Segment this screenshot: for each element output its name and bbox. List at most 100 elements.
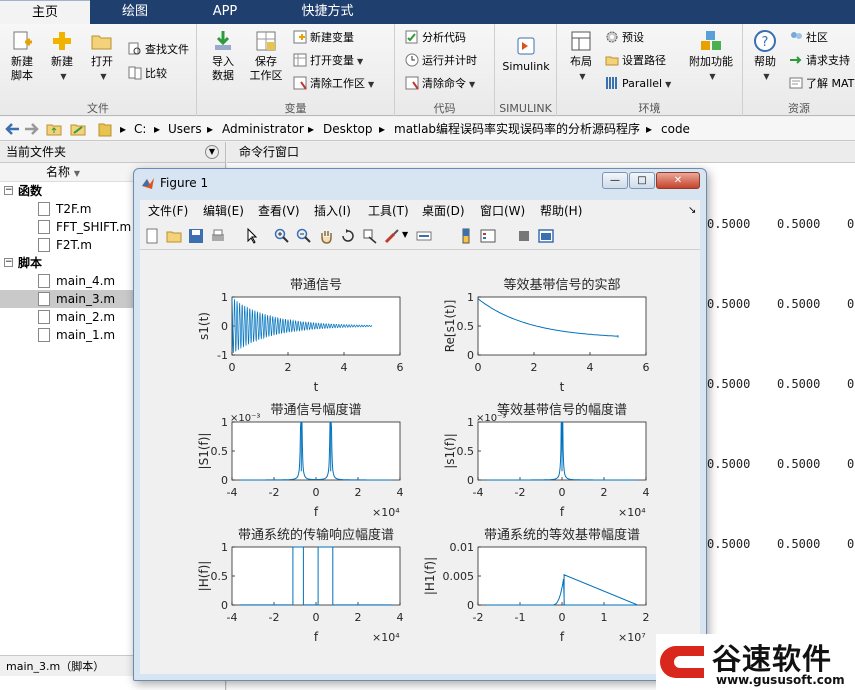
path-segment-users[interactable]: Users xyxy=(168,117,202,141)
new-button[interactable]: 新建 ▼ xyxy=(44,29,80,84)
menu-help[interactable]: 帮助(H) xyxy=(540,200,582,222)
collapse-icon[interactable]: − xyxy=(4,186,13,195)
new-variable-button[interactable]: 新建变量 xyxy=(293,28,354,48)
menu-tools[interactable]: 工具(T) xyxy=(368,200,409,222)
clear-workspace-button[interactable]: 清除工作区 ▼ xyxy=(293,74,374,94)
y-tick-label: 0 xyxy=(467,349,474,362)
save-workspace-button[interactable]: 保存 工作区 xyxy=(245,29,287,83)
pointer-icon[interactable] xyxy=(244,228,260,244)
path-separator: ▸ xyxy=(646,122,653,136)
zoom-in-icon[interactable] xyxy=(274,228,290,244)
plus-icon xyxy=(53,32,71,50)
close-button[interactable]: ✕ xyxy=(656,172,700,189)
variable-group: 导入 数据 保存 工作区 新建变量 打开变量 ▼ 清除工作区 ▼ 变量 xyxy=(197,24,395,116)
save-icon[interactable] xyxy=(188,228,204,244)
addons-button[interactable]: 附加功能 ▼ xyxy=(685,29,737,84)
new-script-button[interactable]: 新建 脚本 xyxy=(4,29,40,83)
output-value: 0.5000 xyxy=(707,297,751,311)
simulink-button[interactable]: Simulink xyxy=(499,34,553,74)
y-axis-label: s1(t) xyxy=(197,312,211,340)
help-button[interactable]: ? 帮助 ▼ xyxy=(747,29,783,84)
menu-window[interactable]: 窗口(W) xyxy=(480,200,525,222)
watermark-logo: 谷速软件 www.gususoft.com xyxy=(656,634,855,690)
tab-home[interactable]: 主页 xyxy=(0,0,90,24)
print-icon[interactable] xyxy=(210,228,226,244)
maximize-button[interactable]: □ xyxy=(629,172,655,189)
x-axis-label: f xyxy=(560,505,565,519)
script-file-icon xyxy=(38,328,50,342)
community-button[interactable]: 社区 xyxy=(789,28,828,48)
y-tick-label: 0 xyxy=(467,474,474,487)
up-folder-icon[interactable] xyxy=(46,121,62,137)
import-data-button[interactable]: 导入 数据 xyxy=(205,29,241,83)
open-variable-button[interactable]: 打开变量 ▼ xyxy=(293,51,363,71)
minimize-button[interactable]: — xyxy=(602,172,628,189)
find-files-button[interactable]: 查找文件 xyxy=(128,40,189,60)
y-tick-label: 0.5 xyxy=(457,445,475,458)
address-bar: ▸ C: ▸ Users ▸ Administrator ▸ Desktop ▸… xyxy=(0,117,855,141)
menu-view[interactable]: 查看(V) xyxy=(258,200,300,222)
panel-menu-icon[interactable]: ▼ xyxy=(205,145,219,159)
analyze-code-button[interactable]: 分析代码 xyxy=(405,28,466,48)
support-icon xyxy=(790,56,802,64)
set-path-button[interactable]: 设置路径 xyxy=(605,51,666,71)
menu-edit[interactable]: 编辑(E) xyxy=(203,200,244,222)
path-segment-drive[interactable]: C: xyxy=(134,117,146,141)
rotate-icon[interactable] xyxy=(340,228,356,244)
link-plot-icon[interactable] xyxy=(416,228,432,244)
back-arrow-icon[interactable] xyxy=(4,122,20,136)
path-segment-desktop[interactable]: Desktop xyxy=(323,117,373,141)
clear-commands-button[interactable]: 清除命令 ▼ xyxy=(405,74,475,94)
axes-box xyxy=(231,296,401,356)
x-tick-label: 0 xyxy=(559,611,566,624)
dock-figure-icon[interactable] xyxy=(538,228,554,244)
tab-shortcuts[interactable]: 快捷方式 xyxy=(270,0,385,24)
x-scale-label: ×10⁴ xyxy=(372,631,400,644)
parallel-button[interactable]: Parallel ▼ xyxy=(605,74,671,94)
y-tick-label: 1 xyxy=(221,541,228,554)
x-tick-label: -2 xyxy=(473,611,484,624)
x-axis-label: f xyxy=(560,630,565,644)
menu-file[interactable]: 文件(F) xyxy=(148,200,188,222)
menu-desktop[interactable]: 桌面(D) xyxy=(422,200,465,222)
chevron-down-icon: ▼ xyxy=(665,80,672,89)
script-file-icon xyxy=(38,292,50,306)
collapse-icon[interactable]: − xyxy=(4,258,13,267)
tab-plots[interactable]: 绘图 xyxy=(90,0,180,24)
path-segment-code[interactable]: code xyxy=(661,117,690,141)
output-value: 0.5000 xyxy=(777,457,821,471)
path-segment-project[interactable]: matlab编程误码率实现误码率的分析源码程序 xyxy=(394,117,640,141)
compare-icon xyxy=(128,66,142,80)
forward-arrow-icon[interactable] xyxy=(24,122,40,136)
x-tick-label: 4 xyxy=(397,611,404,624)
data-cursor-icon[interactable] xyxy=(362,228,378,244)
learn-matlab-button[interactable]: 了解 MAT xyxy=(789,74,854,94)
run-and-time-button[interactable]: 运行并计时 xyxy=(405,51,477,71)
chevron-down-icon[interactable]: ▼ xyxy=(402,230,408,239)
browse-folder-icon[interactable] xyxy=(70,121,86,137)
x-tick-label: -4 xyxy=(227,486,238,499)
menu-insert[interactable]: 插入(I) xyxy=(314,200,351,222)
colorbar-icon[interactable] xyxy=(458,228,474,244)
figure-canvas[interactable]: 带通信号 0 2 4 6 -1 0 1 t s1(t) 等效基带信号的实部 0 2 4 6 0 0.5 1 t Re[… xyxy=(140,250,700,674)
open-button[interactable]: 打开 ▼ xyxy=(84,29,120,84)
hide-tools-icon[interactable] xyxy=(516,228,532,244)
path-segment-user[interactable]: Administrator xyxy=(222,117,304,141)
x-tick-label: 4 xyxy=(341,361,348,374)
dock-arrow-icon[interactable]: ↘ xyxy=(688,200,696,222)
new-figure-icon[interactable] xyxy=(144,228,160,244)
code-group: 分析代码 运行并计时 清除命令 ▼ 代码 xyxy=(395,24,495,116)
x-tick-label: 0 xyxy=(229,361,236,374)
brush-icon[interactable] xyxy=(384,228,400,244)
zoom-out-icon[interactable] xyxy=(296,228,312,244)
x-tick-label: 4 xyxy=(587,361,594,374)
compare-button[interactable]: 比较 xyxy=(128,64,167,84)
preferences-button[interactable]: 预设 xyxy=(605,28,644,48)
open-file-icon[interactable] xyxy=(166,228,182,244)
x-axis-label: f xyxy=(314,630,319,644)
layout-button[interactable]: 布局 ▼ xyxy=(561,29,601,84)
request-support-button[interactable]: 请求支持 xyxy=(789,51,850,71)
tab-apps[interactable]: APP xyxy=(180,0,270,24)
pan-hand-icon[interactable] xyxy=(318,228,334,244)
legend-icon[interactable] xyxy=(480,228,496,244)
